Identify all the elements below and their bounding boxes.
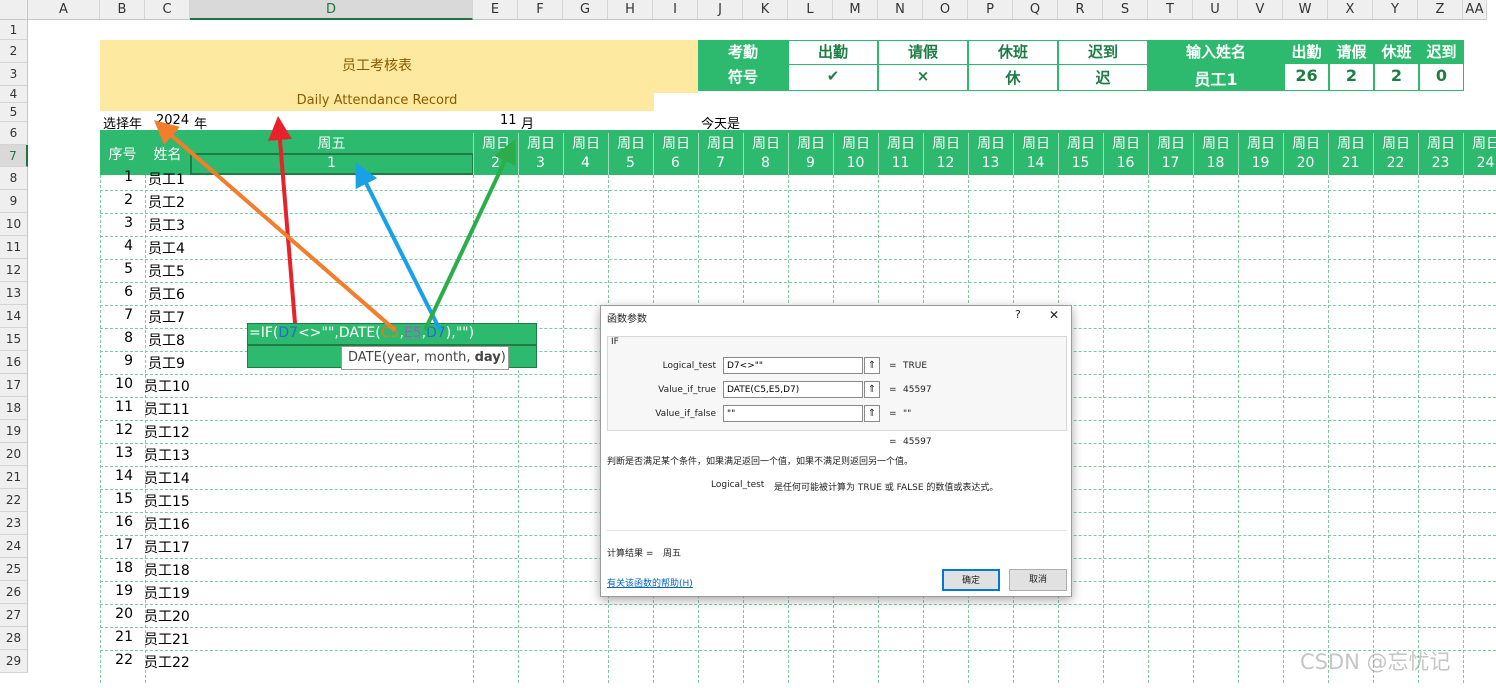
arg-label-2: Value_if_true [658, 385, 716, 395]
dialog-title: 函数参数 [607, 314, 647, 325]
watermark: CSDN @忘忧记 [1300, 650, 1451, 674]
arg-result-2: 45597 [903, 385, 932, 395]
arg-eq: = [889, 409, 897, 419]
total-eq: = [889, 437, 897, 447]
arrow-blue [355, 162, 442, 331]
ok-button[interactable]: 确定 [942, 569, 1000, 591]
collapse-icon[interactable]: ⇑ [864, 381, 880, 398]
arrow-orange [153, 120, 397, 332]
calc-value: 周五 [663, 549, 682, 559]
function-name: IF [611, 337, 619, 347]
function-description: 判断是否满足某个条件，如果满足返回一个值，如果不满足则返回另一个值。 [607, 457, 914, 467]
arg-desc-label: Logical_test [711, 480, 765, 490]
arg-desc: 是任何可能被计算为 TRUE 或 FALSE 的数值或表达式。 [774, 483, 999, 493]
close-icon[interactable]: ✕ [1049, 308, 1059, 322]
total-result: 45597 [903, 437, 932, 447]
spreadsheet-window: A B C D E F G H I J K L M N O P Q R S T U V W X Y Z AA 1 2 3 4 5 6 7 8 9 10… [0, 0, 1496, 688]
arrow-red [268, 116, 297, 324]
help-link[interactable]: 有关该函数的帮助(H) [607, 576, 693, 589]
value-if-true-input[interactable] [723, 381, 863, 398]
help-button[interactable]: ? [1015, 308, 1021, 321]
collapse-icon[interactable]: ⇑ [864, 357, 880, 374]
arg-eq: = [889, 385, 897, 395]
divider [607, 530, 1067, 531]
function-arguments-dialog: 函数参数 ? ✕ IF Logical_test ⇑ = TRUE Value_… [600, 305, 1072, 597]
logical-test-input[interactable] [723, 357, 863, 374]
arg-label-3: Value_if_false [655, 409, 716, 419]
value-if-false-input[interactable] [723, 405, 863, 422]
arg-label-1: Logical_test [662, 361, 716, 371]
cancel-button[interactable]: 取消 [1009, 569, 1067, 591]
arg-eq: = [889, 361, 897, 371]
calc-label: 计算结果 = [607, 549, 654, 559]
arrow-green [423, 139, 516, 331]
collapse-icon[interactable]: ⇑ [864, 405, 880, 422]
arg-result-3: "" [903, 409, 912, 419]
arg-result-1: TRUE [903, 361, 928, 371]
